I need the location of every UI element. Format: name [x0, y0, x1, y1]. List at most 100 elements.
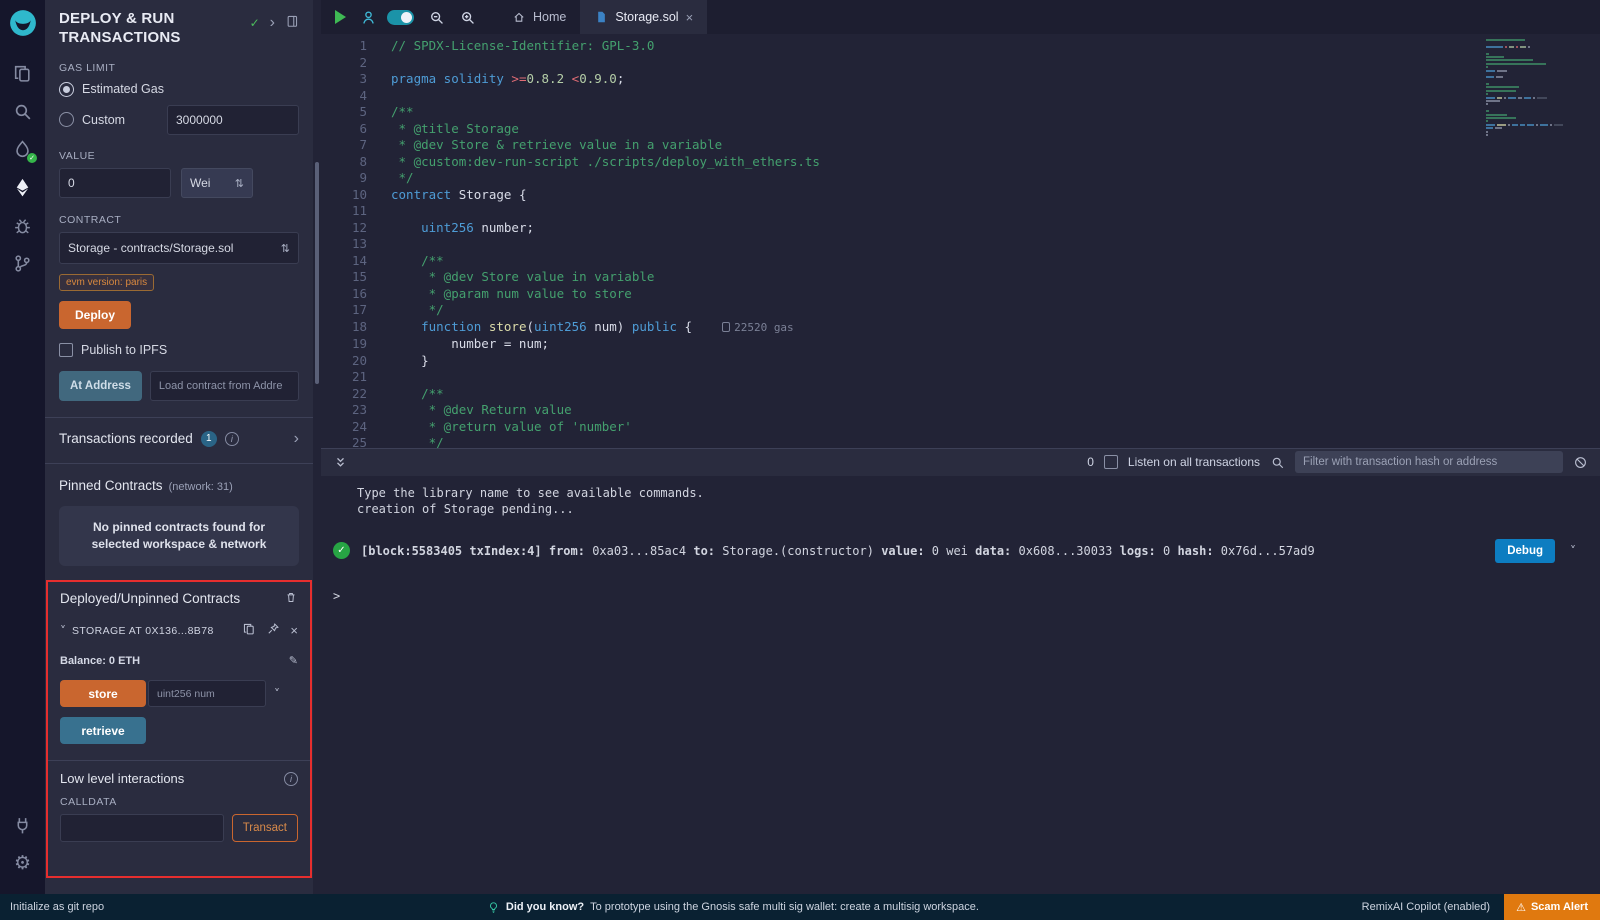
code-editor-area: 1// SPDX-License-Identifier: GPL-3.023pr… [321, 34, 1600, 448]
estimated-gas-radio[interactable]: Estimated Gas [59, 82, 299, 97]
transact-button[interactable]: Transact [232, 814, 298, 842]
tab-storage-sol[interactable]: Storage.sol × [580, 0, 707, 34]
git-init-status[interactable]: Initialize as git repo [10, 901, 104, 913]
pin-contract-icon[interactable] [266, 622, 280, 639]
remix-ide: DEPLOY & RUN TRANSACTIONS GAS LIMIT Esti… [0, 0, 1600, 920]
trash-icon[interactable] [284, 590, 298, 607]
panel-success-check-icon [250, 16, 260, 30]
panel-scrollbar [313, 0, 321, 894]
zoom-in-icon[interactable] [459, 9, 476, 26]
gas-limit-label: GAS LIMIT [59, 62, 299, 74]
plugin-manager-icon[interactable] [0, 806, 45, 844]
tx-count-badge: 1 [201, 431, 217, 447]
divider [48, 760, 310, 761]
radio-checked-icon [59, 82, 74, 97]
remix-logo-icon[interactable] [8, 8, 38, 38]
terminal-toolbar: 0 Listen on all transactions [321, 448, 1600, 476]
pinned-contracts-title: Pinned Contracts [59, 478, 163, 493]
listen-all-checkbox[interactable] [1104, 455, 1118, 469]
copilot-status[interactable]: RemixAI Copilot (enabled) [1362, 901, 1490, 913]
solidity-compiler-icon[interactable] [0, 130, 45, 168]
close-tab-icon[interactable]: × [686, 10, 694, 25]
divider [45, 463, 313, 464]
deployed-contracts-section-annotated: Deployed/Unpinned Contracts STORAGE AT 0… [46, 580, 312, 878]
publish-ipfs-checkbox[interactable] [59, 343, 73, 357]
zoom-out-icon[interactable] [428, 9, 445, 26]
store-function-button[interactable]: store [60, 680, 146, 707]
low-level-info-icon[interactable] [284, 772, 298, 786]
scrollbar-thumb[interactable] [315, 162, 319, 384]
remixai-assistant-icon[interactable] [360, 9, 377, 26]
publish-ipfs-label: Publish to IPFS [81, 343, 167, 357]
pinned-empty-message: No pinned contracts found for selected w… [59, 506, 299, 567]
deploy-run-icon[interactable] [0, 168, 45, 206]
search-icon[interactable] [0, 92, 45, 130]
publish-ipfs-row[interactable]: Publish to IPFS [59, 343, 299, 357]
info-icon[interactable] [225, 432, 239, 446]
compile-success-badge-icon [27, 153, 37, 163]
terminal-line: Type the library name to see available c… [357, 485, 1586, 501]
retrieve-function-button[interactable]: retrieve [60, 717, 146, 744]
filter-input[interactable] [1295, 451, 1563, 473]
run-script-icon[interactable] [335, 10, 346, 24]
balance-label: Balance: 0 ETH [60, 655, 140, 667]
deploy-button[interactable]: Deploy [59, 301, 131, 329]
expand-tx-details-icon[interactable] [1570, 544, 1576, 558]
pending-tx-count: 0 [1087, 455, 1094, 469]
at-address-button[interactable]: At Address [59, 371, 142, 401]
estimated-gas-label: Estimated Gas [82, 82, 164, 96]
instance-collapse-icon[interactable] [60, 624, 66, 638]
updown-arrows-icon [281, 241, 290, 255]
tx-recorded-expand-icon[interactable] [294, 432, 299, 446]
clear-console-icon[interactable] [1573, 455, 1588, 470]
solidity-file-icon [594, 10, 608, 24]
tx-success-icon [333, 542, 350, 559]
value-input[interactable] [59, 168, 171, 198]
git-icon[interactable] [0, 244, 45, 282]
low-level-label: Low level interactions [60, 771, 184, 786]
value-label: VALUE [59, 150, 299, 162]
value-unit-selected: Wei [190, 176, 210, 190]
pin-panel-icon[interactable] [285, 14, 299, 31]
tab-home[interactable]: Home [498, 0, 580, 34]
debug-button[interactable]: Debug [1495, 539, 1555, 563]
value-unit-select[interactable]: Wei [181, 168, 253, 198]
expand-args-icon[interactable] [274, 687, 280, 701]
collapse-terminal-icon[interactable] [333, 455, 348, 470]
panel-forward-chevron-icon[interactable] [270, 16, 275, 30]
editor-toolbar: Home Storage.sol × [321, 0, 1600, 34]
home-icon [512, 10, 526, 24]
copy-address-icon[interactable] [242, 622, 256, 639]
terminal[interactable]: Type the library name to see available c… [321, 476, 1600, 895]
remove-instance-icon[interactable]: × [290, 623, 298, 638]
scam-alert-badge[interactable]: Scam Alert [1504, 894, 1600, 920]
listen-all-label: Listen on all transactions [1128, 455, 1260, 469]
tip-text: To prototype using the Gnosis safe multi… [590, 901, 979, 913]
deployed-unpinned-title: Deployed/Unpinned Contracts [60, 591, 240, 606]
calldata-label: CALLDATA [60, 796, 298, 808]
transaction-log[interactable]: [block:5583405 txIndex:4] from: 0xa03...… [361, 544, 1484, 558]
code-editor[interactable]: 1// SPDX-License-Identifier: GPL-3.023pr… [321, 38, 1600, 448]
editor-region: Home Storage.sol × 1// SPDX-License-Iden… [321, 0, 1600, 894]
minimap[interactable] [1486, 39, 1586, 137]
did-you-know-label: Did you know? [506, 901, 584, 913]
terminal-search-icon[interactable] [1270, 455, 1285, 470]
at-address-input[interactable] [150, 371, 299, 401]
calldata-input[interactable] [60, 814, 224, 842]
custom-gas-input[interactable] [167, 105, 299, 135]
settings-gear-icon[interactable] [0, 844, 45, 882]
transactions-recorded-label: Transactions recorded [59, 431, 193, 446]
contract-select[interactable]: Storage - contracts/Storage.sol [59, 232, 299, 264]
file-explorer-icon[interactable] [0, 54, 45, 92]
edit-balance-icon[interactable] [289, 654, 298, 667]
custom-gas-radio[interactable]: Custom [59, 105, 299, 135]
instance-label: STORAGE AT 0X136...8B78 [72, 625, 214, 637]
debugger-icon[interactable] [0, 206, 45, 244]
copilot-toggle[interactable] [387, 10, 414, 25]
store-argument-input[interactable] [148, 680, 266, 707]
terminal-line: creation of Storage pending... [357, 501, 1586, 517]
updown-arrows-icon [235, 176, 244, 190]
lightbulb-icon [487, 901, 500, 914]
contract-label: CONTRACT [59, 214, 299, 226]
evm-version-badge: evm version: paris [59, 274, 154, 291]
